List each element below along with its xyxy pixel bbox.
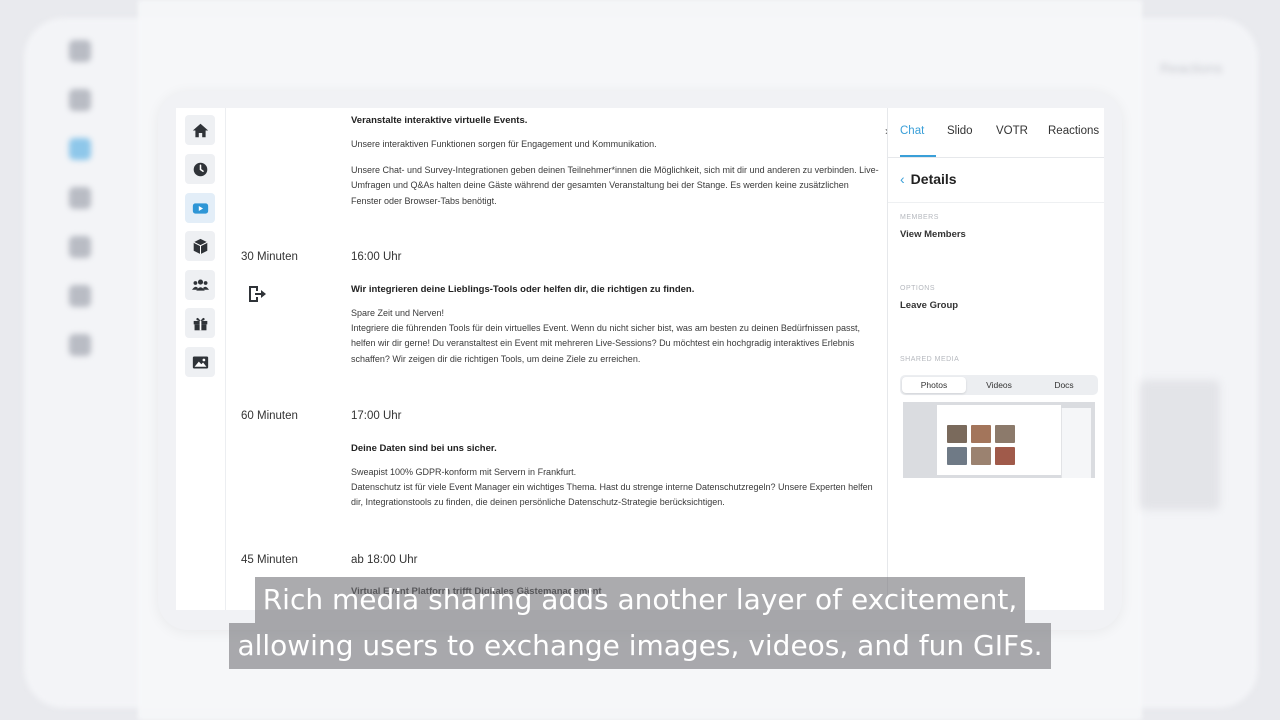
exit-icon[interactable] [247,284,267,304]
thumbnail-tile [971,425,991,443]
session-time: ab 18:00 Uhr [351,554,418,566]
session-heading: Deine Daten sind bei uns sicher. [351,443,497,454]
thumbnail-tile [971,447,991,465]
thumbnail-screenshot [937,405,1091,478]
schedule-button[interactable] [185,154,215,184]
users-icon [191,279,209,291]
session-duration: 60 Minuten [241,410,298,422]
tab-slido[interactable]: Slido [947,125,973,137]
details-title: Details [910,171,957,187]
session-heading: Virtual Event Platform trifft Digitales … [351,586,602,597]
media-tab-photos[interactable]: Photos [902,377,966,393]
panel-tabs: Chat Slido VOTR Reactions [888,108,1104,158]
app-screen: Veranstalte interaktive virtuelle Events… [176,108,1104,610]
session-text: Unsere interaktiven Funktionen sorgen fü… [351,139,657,149]
session-text: Datenschutz ist für viele Event Manager … [351,482,873,508]
video-button[interactable] [185,193,215,223]
image-icon [192,356,208,368]
leave-group-link[interactable]: Leave Group [900,300,958,311]
background-sidebar [52,40,108,400]
session-time: 17:00 Uhr [351,410,402,422]
gallery-button[interactable] [185,347,215,377]
session-text: Spare Zeit und Nerven! [351,308,445,318]
icon-sidebar [176,108,226,610]
thumbnail-tile [995,425,1015,443]
session-time: 16:00 Uhr [351,251,402,263]
session-text: Integriere die führenden Tools für dein … [351,323,860,364]
thumbnail-sidebar [1061,408,1091,478]
users-button[interactable] [185,270,215,300]
back-chevron-icon[interactable]: ‹ [900,171,905,187]
video-icon [192,202,208,214]
home-icon [192,123,208,137]
gift-icon [193,317,207,330]
tab-reactions[interactable]: Reactions [1048,125,1099,137]
view-members-link[interactable]: View Members [900,229,966,240]
chat-panel: Chat Slido VOTR Reactions ‹ Details MEMBE… [887,108,1104,610]
cube-button[interactable] [185,231,215,261]
cube-icon [192,238,208,254]
background-right-box [1140,380,1220,510]
thumbnail-tile [995,447,1015,465]
media-tabs: Photos Videos Docs [900,375,1098,395]
options-section-label: OPTIONS [900,285,936,292]
home-button[interactable] [185,115,215,145]
gift-button[interactable] [185,308,215,338]
shared-photo-thumbnail[interactable] [903,402,1095,478]
active-tab-indicator [900,155,936,157]
session-heading: Veranstalte interaktive virtuelle Events… [351,115,528,126]
agenda-content: Veranstalte interaktive virtuelle Events… [227,108,887,610]
thumbnail-tile [947,425,967,443]
tab-chat[interactable]: Chat [900,125,924,137]
details-header: ‹ Details [900,171,957,187]
clock-icon [193,162,207,176]
session-heading: Wir integrieren deine Lieblings-Tools od… [351,284,695,295]
divider [888,202,1104,203]
members-section-label: MEMBERS [900,214,939,221]
shared-media-label: SHARED MEDIA [900,356,960,363]
session-duration: 30 Minuten [241,251,298,263]
media-tab-videos[interactable]: Videos [967,377,1031,393]
media-tab-docs[interactable]: Docs [1032,377,1096,393]
background-tab-label: Reactions [1160,60,1223,76]
tab-votr[interactable]: VOTR [996,125,1028,137]
thumbnail-tile [947,447,967,465]
session-text: Sweapist 100% GDPR-konform mit Servern i… [351,467,577,477]
session-text: Unsere Chat- und Survey-Integrationen ge… [351,165,879,206]
session-duration: 45 Minuten [241,554,298,566]
